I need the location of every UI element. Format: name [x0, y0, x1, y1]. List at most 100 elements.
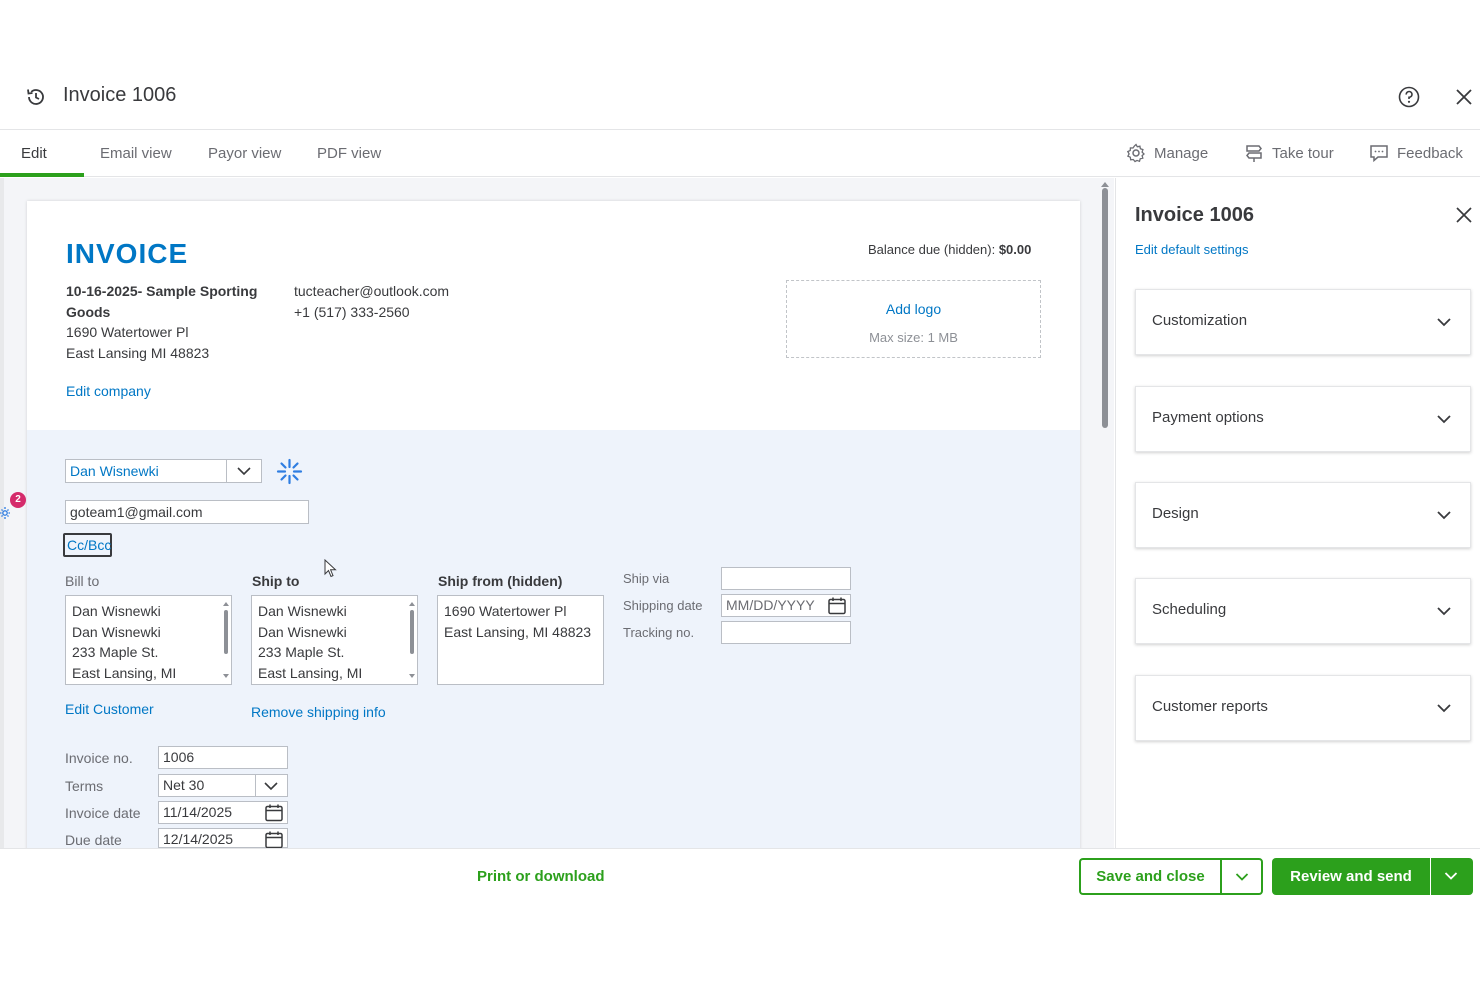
invoice-heading: INVOICE [66, 238, 189, 269]
feedback-button[interactable]: Feedback [1369, 143, 1463, 163]
cc-bcc-link[interactable]: Cc/Bcc [63, 533, 112, 557]
tab-edit[interactable]: Edit [21, 145, 47, 162]
ship-from-line: 1690 Watertower Pl [444, 603, 567, 619]
gear-icon[interactable] [0, 505, 12, 521]
ship-from-address[interactable]: 1690 Watertower Pl East Lansing, MI 4882… [437, 595, 604, 685]
chevron-down-icon [1235, 873, 1249, 881]
invoice-no-label: Invoice no. [65, 750, 133, 766]
bill-to-label: Bill to [65, 573, 100, 589]
customer-select-value: Dan Wisnewki [70, 463, 159, 479]
accordion-customer-reports[interactable]: Customer reports [1135, 675, 1471, 741]
ship-to-address[interactable]: Dan Wisnewki Dan Wisnewki 233 Maple St. … [251, 595, 418, 685]
chat-bubble-icon [1370, 145, 1388, 163]
ship-to-label: Ship to [252, 573, 300, 589]
tab-payor-view[interactable]: Payor view [208, 145, 281, 162]
balance-label: Balance due (hidden): [868, 242, 996, 257]
invoice-editor-window: Invoice 1006 Edit Email view Payor view … [0, 0, 1480, 987]
accordion-label: Customization [1152, 312, 1248, 329]
invoice-date-label: Invoice date [65, 805, 141, 821]
save-options-dropdown[interactable] [1220, 858, 1263, 895]
ship-to-line: 233 Maple St. [258, 644, 345, 660]
accordion-customization[interactable]: Customization [1135, 289, 1471, 355]
take-tour-label: Take tour [1272, 144, 1334, 162]
mouse-cursor-icon [324, 559, 337, 578]
remove-shipping-link[interactable]: Remove shipping info [251, 704, 386, 720]
company-phone: +1 (517) 333-2560 [294, 303, 410, 320]
terms-select[interactable]: Net 30 [158, 774, 288, 797]
company-email: tucteacher@outlook.com [294, 283, 450, 299]
company-contact: tucteacher@outlook.com +1 (517) 333-2560 [294, 281, 449, 322]
calendar-icon[interactable] [827, 596, 847, 616]
add-logo-box[interactable]: Add logo Max size: 1 MB [786, 280, 1041, 358]
accordion-label: Customer reports [1152, 698, 1268, 715]
ship-from-line: East Lansing, MI 48823 [444, 623, 592, 640]
logo-max-size: Max size: 1 MB [869, 330, 958, 345]
chevron-down-icon [1437, 415, 1451, 424]
accordion-payment-options[interactable]: Payment options [1135, 386, 1471, 452]
review-options-dropdown[interactable] [1431, 858, 1473, 895]
add-logo-link[interactable]: Add logo [787, 301, 1040, 317]
bill-to-scrollbar[interactable] [223, 602, 229, 678]
bill-to-line: 233 Maple St. [72, 644, 159, 660]
signpost-icon [1246, 145, 1262, 162]
bill-to-address[interactable]: Dan Wisnewki Dan Wisnewki 233 Maple St. … [65, 595, 232, 685]
title-bar [0, 70, 1480, 130]
ship-via-input[interactable] [721, 567, 851, 590]
ship-to-line: Dan Wisnewki [258, 623, 347, 640]
terms-value: Net 30 [163, 777, 205, 793]
edit-company-link[interactable]: Edit company [66, 383, 151, 399]
accordion-design[interactable]: Design [1135, 482, 1471, 548]
scroll-up-arrow[interactable] [1101, 182, 1109, 187]
window-title: Invoice 1006 [63, 84, 177, 106]
gear-icon [1126, 143, 1145, 163]
bill-to-line: Dan Wisnewki [72, 603, 161, 619]
accordion-label: Design [1152, 505, 1199, 522]
edit-default-settings-link[interactable]: Edit default settings [1135, 242, 1248, 257]
chevron-down-icon [1437, 511, 1451, 520]
customer-email-input[interactable]: goteam1@gmail.com [65, 500, 309, 524]
company-street: 1690 Watertower Pl [66, 324, 189, 340]
calendar-icon[interactable] [264, 830, 284, 848]
balance-value: $0.00 [998, 242, 1032, 257]
bill-to-line: East Lansing, MI [72, 664, 177, 681]
tracking-input[interactable] [721, 621, 851, 644]
shipping-date-placeholder: MM/DD/YYYY [726, 597, 815, 613]
manage-button[interactable]: Manage [1126, 143, 1208, 163]
edit-customer-link[interactable]: Edit Customer [65, 701, 154, 717]
select-divider [226, 460, 227, 482]
ai-sparkle-icon[interactable] [276, 458, 303, 485]
ship-from-label: Ship from (hidden) [438, 573, 563, 589]
notification-badge[interactable]: 2 [10, 492, 26, 508]
select-divider [255, 775, 256, 796]
close-icon[interactable] [1454, 87, 1474, 107]
shipping-date-label: Shipping date [623, 598, 703, 613]
review-and-send-button[interactable]: Review and send [1272, 858, 1430, 895]
accordion-label: Scheduling [1152, 601, 1227, 618]
chevron-down-icon [237, 467, 251, 476]
chevron-down-icon [1437, 704, 1451, 713]
calendar-icon[interactable] [264, 803, 284, 823]
feedback-label: Feedback [1397, 144, 1463, 162]
terms-label: Terms [65, 778, 104, 794]
ship-via-label: Ship via [623, 571, 670, 586]
save-and-close-button[interactable]: Save and close [1079, 858, 1220, 895]
tab-email-view[interactable]: Email view [100, 145, 172, 162]
ship-to-line: East Lansing, MI [258, 664, 363, 681]
chevron-down-icon [1444, 872, 1458, 880]
workspace-scrollbar[interactable] [1102, 188, 1108, 428]
accordion-scheduling[interactable]: Scheduling [1135, 578, 1471, 644]
print-or-download-link[interactable]: Print or download [477, 868, 605, 885]
chevron-down-icon [264, 782, 278, 791]
chevron-down-icon [1437, 607, 1451, 616]
close-icon[interactable] [1455, 206, 1473, 224]
take-tour-button[interactable]: Take tour [1244, 143, 1334, 163]
help-icon[interactable] [1398, 86, 1420, 108]
ship-to-scrollbar[interactable] [409, 602, 415, 678]
bill-to-line: Dan Wisnewki [72, 623, 161, 640]
history-icon[interactable] [25, 86, 47, 108]
customer-select[interactable]: Dan Wisnewki [65, 459, 262, 483]
balance-due: Balance due (hidden): $0.00 [868, 242, 1031, 257]
tab-pdf-view[interactable]: PDF view [317, 145, 381, 162]
invoice-no-input[interactable]: 1006 [158, 746, 288, 769]
tracking-label: Tracking no. [623, 625, 695, 640]
